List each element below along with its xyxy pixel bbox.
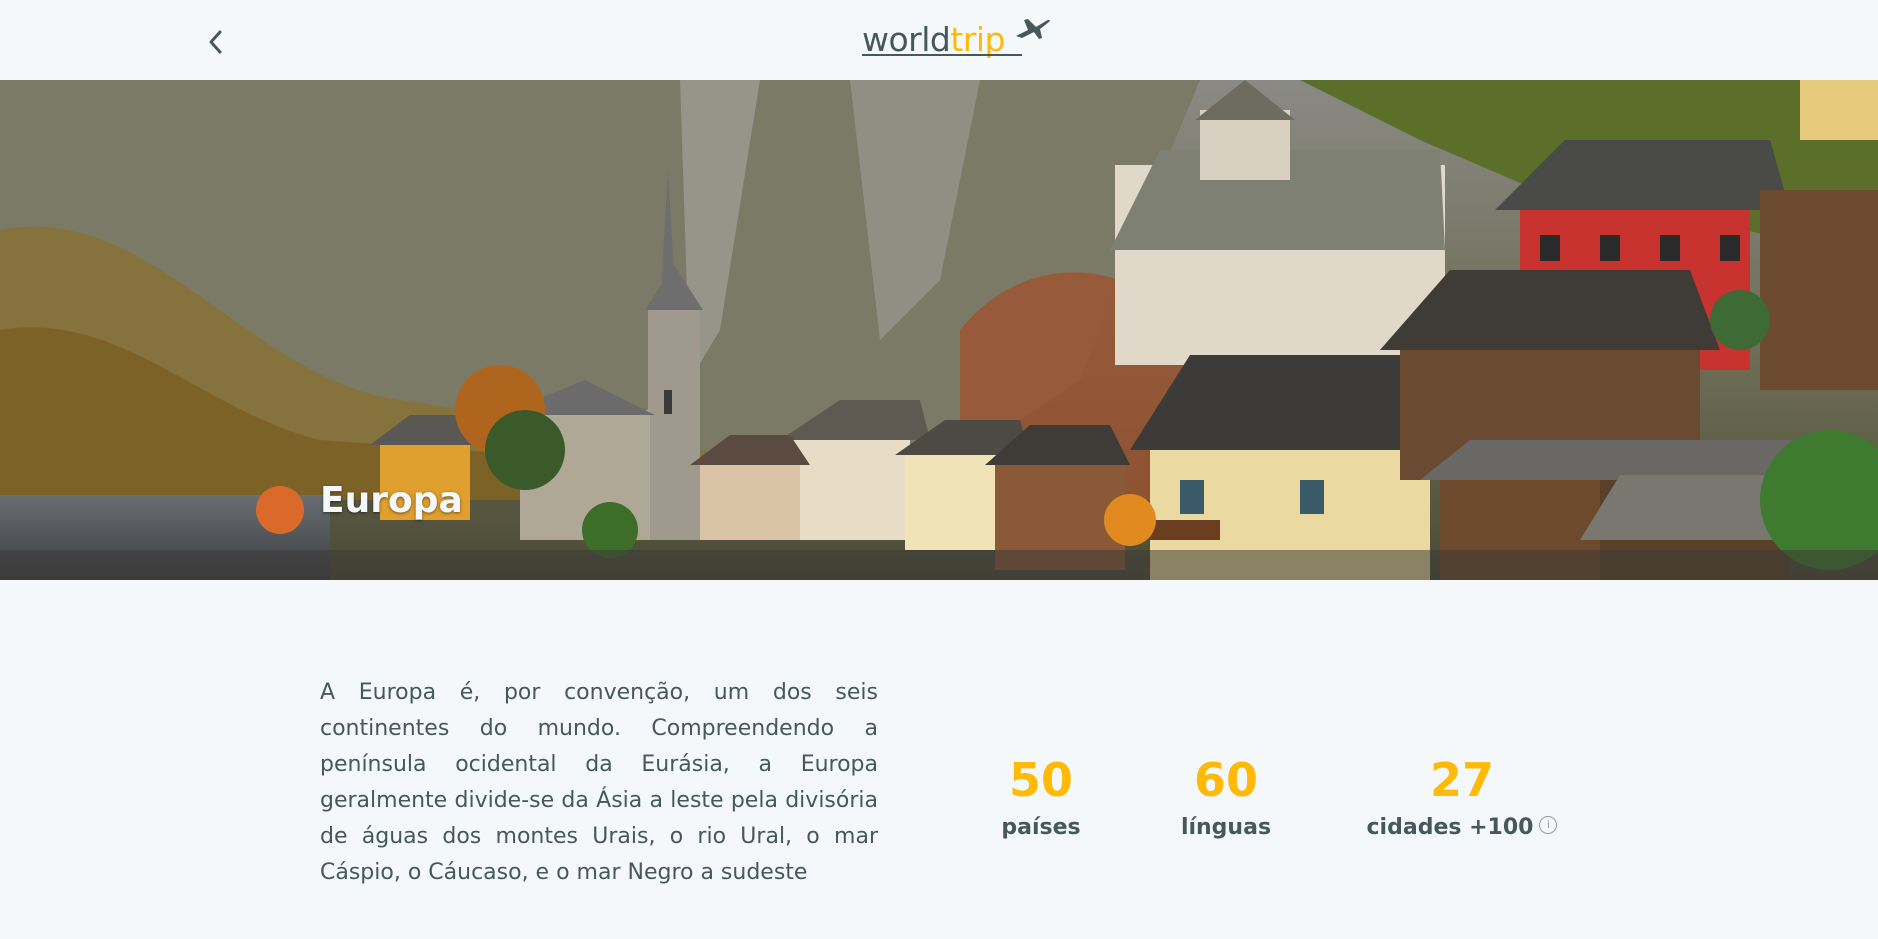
stat-languages-number: 60 xyxy=(1193,753,1258,807)
stat-cities-number: 27 xyxy=(1429,753,1494,807)
stat-cities-label-row: cidades +100 i xyxy=(1362,812,1562,844)
stat-countries-number: 50 xyxy=(1008,753,1073,807)
logo-underline xyxy=(862,54,1022,56)
continent-title: Europa xyxy=(320,480,463,521)
logo[interactable]: worldtrip xyxy=(862,14,1052,64)
stat-languages-label: línguas xyxy=(1180,815,1272,840)
airplane-icon xyxy=(1016,19,1050,39)
stat-cities-label: cidades +100 xyxy=(1366,815,1534,840)
banner-image xyxy=(0,80,1878,580)
continent-banner: Europa xyxy=(0,80,1878,580)
stat-countries-label: países xyxy=(1001,815,1081,840)
info-icon[interactable]: i xyxy=(1539,816,1558,834)
chevron-left-icon xyxy=(209,30,222,54)
stat-languages: 60 línguas xyxy=(1165,752,1287,844)
header: worldtrip xyxy=(0,0,1878,80)
stat-countries: 50 países xyxy=(985,752,1097,844)
continent-description: A Europa é, por convenção, um dos seis c… xyxy=(320,680,878,885)
back-button[interactable] xyxy=(198,24,234,60)
stat-cities: 27 cidades +100 i xyxy=(1362,752,1562,844)
